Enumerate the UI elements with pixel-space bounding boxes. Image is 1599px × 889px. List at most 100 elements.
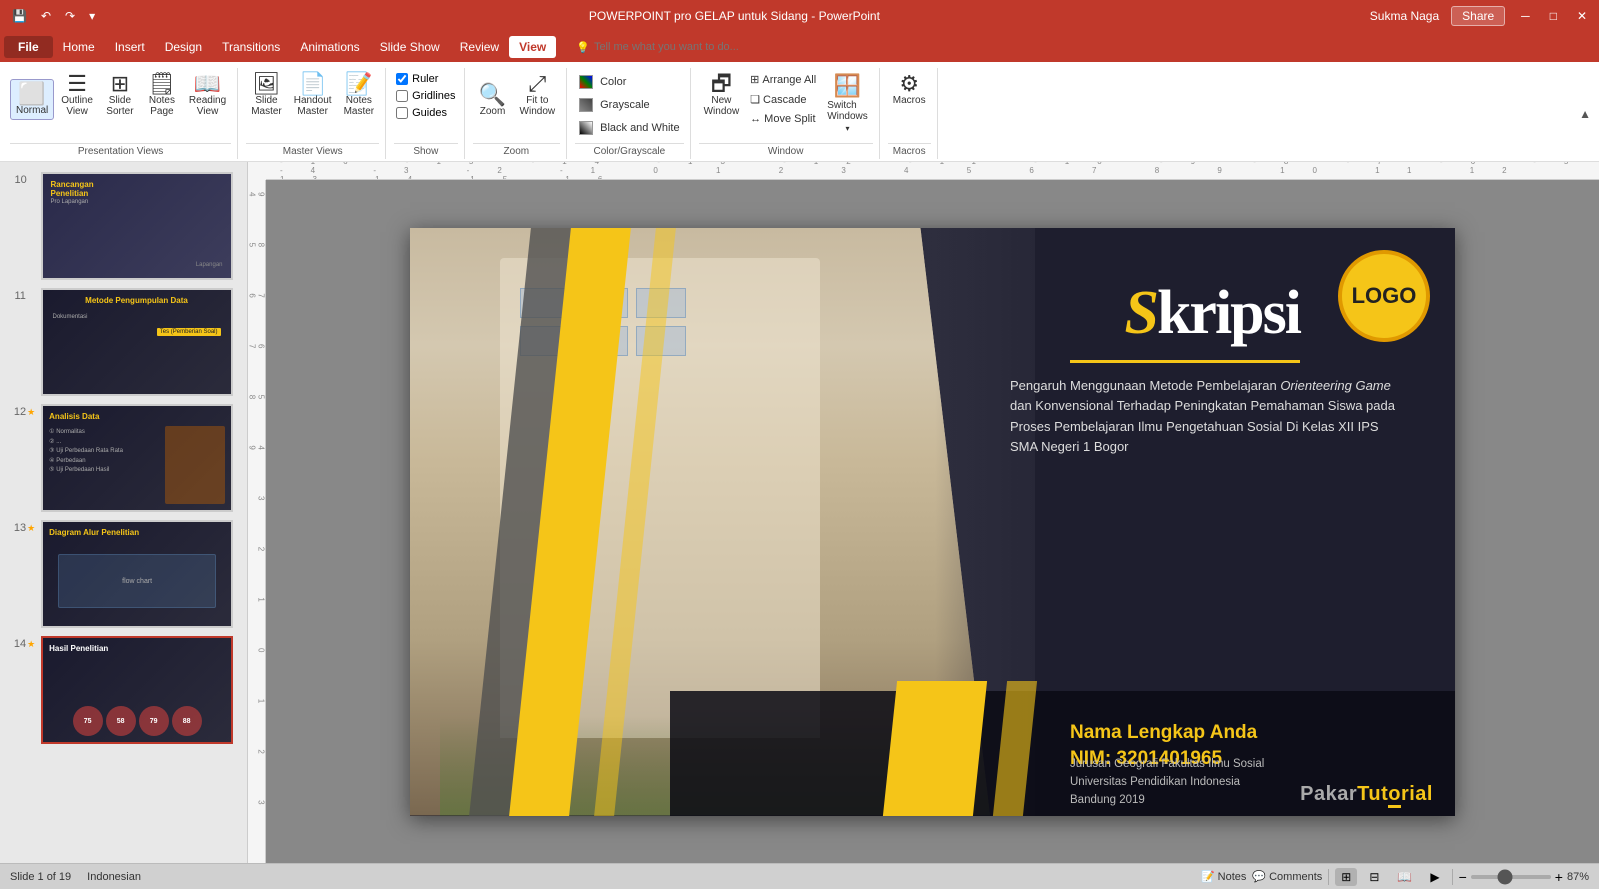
slide-item-11[interactable]: 11 Metode Pengumpulan Data Dokumentasi T… (13, 284, 235, 400)
notes-icon: 📝 (1201, 870, 1215, 883)
switch-windows-button[interactable]: 🪟 SwitchWindows ▾ (822, 70, 873, 134)
status-separator-2 (1452, 869, 1453, 885)
reading-view-button[interactable]: 📖 ReadingView (184, 70, 231, 120)
main-area: 10 Rancangan Penelitian Pro Lapangan Lap… (0, 162, 1599, 863)
zoom-slider[interactable] (1471, 875, 1551, 879)
show-label: Show (394, 143, 457, 157)
ruler-checkbox[interactable]: Ruler (394, 72, 457, 86)
zoom-group: 🔍 Zoom ⤢ Fit toWindow Zoom (467, 68, 568, 159)
thumbnail-area: 10 Rancangan Penelitian Pro Lapangan Lap… (4, 166, 243, 748)
slide-sorter-button[interactable]: ⊞ SlideSorter (100, 70, 140, 120)
color-grayscale-label: Color/Grayscale (575, 143, 683, 157)
title-underline (1070, 360, 1300, 363)
menu-design[interactable]: Design (155, 36, 212, 58)
menu-file[interactable]: File (4, 36, 53, 58)
guides-checkbox[interactable]: Guides (394, 106, 457, 120)
grayscale-button[interactable]: Grayscale (575, 95, 683, 115)
slide-number-14: 14 ★ (14, 636, 35, 650)
share-button[interactable]: Share (1451, 6, 1505, 26)
handout-master-button[interactable]: 📄 HandoutMaster (289, 70, 337, 120)
ruler-horizontal: -16 -15 -14 -13 -12 -11 -10 -9 -8 -7 -6 … (266, 162, 1599, 180)
maximize-button[interactable]: □ (1546, 7, 1561, 25)
logo-circle: LOGO (1338, 250, 1430, 342)
menu-insert[interactable]: Insert (105, 36, 155, 58)
title-bar: 💾 ↶ ↷ ▾ POWERPOINT pro GELAP untuk Sidan… (0, 0, 1599, 32)
handout-master-icon: 📄 (299, 73, 326, 95)
slide-thumb-13: Diagram Alur Penelitian flow chart (41, 520, 233, 628)
zoom-controls: − + 87% (1459, 869, 1589, 885)
undo-button[interactable]: ↶ (37, 7, 55, 25)
black-white-button[interactable]: Black and White (575, 118, 683, 138)
slide-item-10[interactable]: 10 Rancangan Penelitian Pro Lapangan Lap… (13, 168, 235, 284)
customize-qa-button[interactable]: ▾ (85, 7, 99, 25)
menu-transitions[interactable]: Transitions (212, 36, 290, 58)
slide-canvas[interactable]: Skripsi Pengaruh Menggunaan Metode Pembe… (410, 228, 1455, 816)
zoom-out-button[interactable]: − (1459, 869, 1467, 885)
redo-button[interactable]: ↷ (61, 7, 79, 25)
tell-me-input[interactable] (594, 41, 774, 53)
slide-thumb-12: Analisis Data ① Normalitas② ...③ Uji Per… (41, 404, 233, 512)
minimize-button[interactable]: ─ (1517, 7, 1534, 25)
ribbon-collapse-button[interactable]: ▲ (1579, 107, 1591, 121)
menu-home[interactable]: Home (53, 36, 105, 58)
menu-bar: File Home Insert Design Transitions Anim… (0, 32, 1599, 62)
status-bar: Slide 1 of 19 Indonesian 📝 Notes 💬 Comme… (0, 863, 1599, 889)
slide-item-14[interactable]: 14 ★ Hasil Penelitian 75 58 79 88 (12, 632, 235, 748)
zoom-button[interactable]: 🔍 Zoom (473, 81, 513, 120)
arrange-icon: ⊞ (750, 73, 759, 86)
grayscale-icon (579, 98, 593, 112)
slidesorter-status-button[interactable]: ⊟ (1363, 868, 1385, 886)
close-button[interactable]: ✕ (1573, 7, 1591, 25)
normal-view-button[interactable]: ⬜ Normal (10, 79, 54, 120)
zoom-label: Zoom (473, 143, 561, 157)
slide-thumb-14: Hasil Penelitian 75 58 79 88 (41, 636, 233, 744)
macros-icon: ⚙ (899, 73, 919, 95)
slide-item-13[interactable]: 13 ★ Diagram Alur Penelitian flow chart (12, 516, 235, 632)
show-group: Ruler Gridlines Guides Show (388, 68, 464, 159)
color-button[interactable]: Color (575, 72, 683, 92)
tell-me-icon: 💡 (576, 41, 590, 54)
notes-page-button[interactable]: 🗒 NotesPage (142, 70, 182, 120)
menu-slideshow[interactable]: Slide Show (370, 36, 450, 58)
macros-group: ⚙ Macros Macros (882, 68, 938, 159)
user-name: Sukma Naga (1370, 9, 1439, 23)
move-split-button[interactable]: ↔ Move Split (746, 110, 820, 128)
zoom-icon: 🔍 (479, 84, 506, 106)
save-button[interactable]: 💾 (8, 7, 31, 25)
comments-button[interactable]: 💬 Comments (1252, 870, 1322, 883)
notes-master-button[interactable]: 📝 NotesMaster (339, 70, 380, 120)
bw-icon (579, 121, 593, 135)
menu-view[interactable]: View (509, 36, 556, 58)
slide-item-12[interactable]: 12 ★ Analisis Data ① Normalitas② ...③ Uj… (12, 400, 235, 516)
fit-to-window-button[interactable]: ⤢ Fit toWindow (515, 70, 561, 120)
notes-master-icon: 📝 (345, 73, 372, 95)
slide-master-button[interactable]: 🖼 SlideMaster (246, 70, 287, 120)
ruler-vertical: 9 8 7 6 5 4 3 2 1 0 1 2 3 4 5 6 7 8 9 (248, 180, 266, 863)
new-window-button[interactable]: 🗗 NewWindow (699, 70, 745, 120)
color-icon (579, 75, 593, 89)
slide-master-icon: 🖼 (253, 73, 281, 95)
arrange-all-button[interactable]: ⊞ Arrange All (746, 70, 820, 89)
reading-status-button[interactable]: 📖 (1391, 868, 1418, 886)
status-separator-1 (1328, 869, 1329, 885)
menu-animations[interactable]: Animations (290, 36, 369, 58)
notes-button[interactable]: 📝 Notes (1201, 870, 1246, 883)
menu-review[interactable]: Review (450, 36, 509, 58)
slide-title: Skripsi (1124, 278, 1300, 349)
cascade-button[interactable]: ❏ Cascade (746, 90, 820, 109)
master-views-label: Master Views (246, 143, 379, 157)
deco-para-1 (883, 681, 987, 816)
normal-view-status-button[interactable]: ⊞ (1335, 868, 1357, 886)
gridlines-checkbox[interactable]: Gridlines (394, 89, 457, 103)
outline-view-button[interactable]: ☰ OutlineView (56, 70, 98, 120)
slide-number-10: 10 (15, 172, 35, 186)
slide-institution: Jurusan Geografi Fakultas Ilmu Sosial Un… (1070, 756, 1264, 809)
fit-window-icon: ⤢ (529, 73, 547, 95)
language-indicator: Indonesian (87, 871, 141, 883)
slide-thumb-11: Metode Pengumpulan Data Dokumentasi Tes … (41, 288, 233, 396)
window-title: POWERPOINT pro GELAP untuk Sidang - Powe… (99, 9, 1370, 23)
slide-subtitle: Pengaruh Menggunaan Metode Pembelajaran … (1010, 376, 1400, 458)
macros-button[interactable]: ⚙ Macros (888, 70, 931, 109)
zoom-in-button[interactable]: + (1555, 869, 1563, 885)
presenter-status-button[interactable]: ▶ (1424, 868, 1445, 886)
